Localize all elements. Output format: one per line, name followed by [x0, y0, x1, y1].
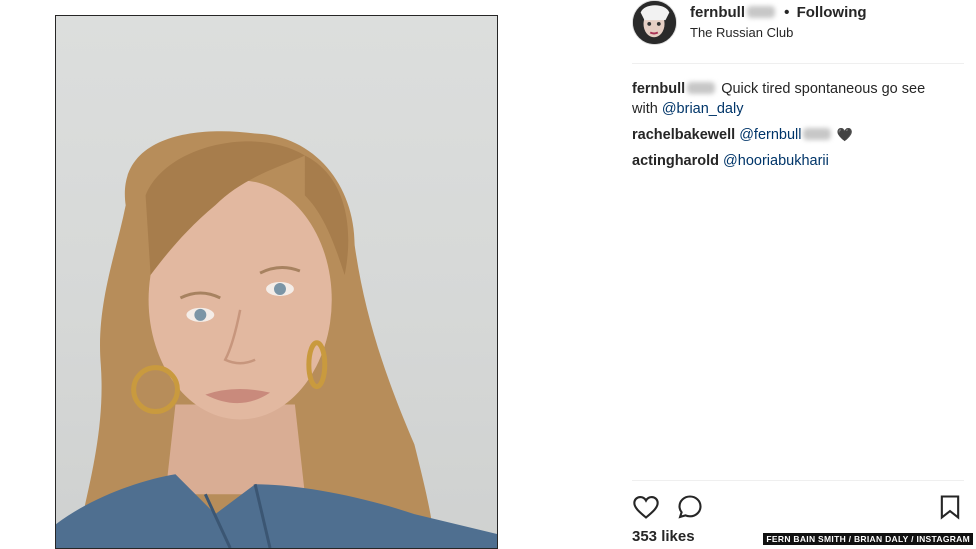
comment-item: rachelbakewell @fernbull 🖤 — [632, 125, 952, 145]
heart-icon[interactable] — [632, 493, 660, 521]
avatar-image — [633, 1, 676, 44]
separator-dot: • — [784, 4, 790, 21]
blurred-text — [803, 128, 832, 140]
username-link[interactable]: fernbull — [690, 4, 745, 21]
post-photo[interactable] — [55, 15, 498, 549]
comment-username[interactable]: rachelbakewell — [632, 127, 735, 143]
blurred-text — [687, 82, 716, 94]
bookmark-icon[interactable] — [936, 493, 964, 521]
comment-username[interactable]: actingharold — [632, 153, 719, 169]
mention-link[interactable]: @hooriabukharii — [723, 153, 829, 169]
comment-icon[interactable] — [676, 493, 704, 521]
portrait-photo — [56, 131, 497, 548]
black-heart-emoji: 🖤 — [836, 127, 853, 142]
mention-link[interactable]: @fernbull — [739, 127, 801, 143]
likes-count[interactable]: 353 likes — [632, 528, 695, 545]
blurred-text — [747, 6, 775, 18]
following-button[interactable]: Following — [797, 4, 867, 21]
comment-item: actingharold @hooriabukharii — [632, 151, 952, 171]
action-bar — [632, 480, 964, 530]
post-side-panel: fernbull • Following The Russian Club fe… — [617, 0, 964, 549]
post-header: fernbull • Following The Russian Club — [632, 0, 964, 64]
comment-username[interactable]: fernbull — [632, 81, 685, 97]
username-line: fernbull • Following — [690, 4, 867, 21]
image-credit: FERN BAIN SMITH / BRIAN DALY / INSTAGRAM — [763, 533, 973, 545]
comments-list: fernbull Quick tired spontaneous go see … — [632, 79, 952, 177]
location-link[interactable]: The Russian Club — [690, 25, 793, 40]
comment-item: fernbull Quick tired spontaneous go see … — [632, 79, 952, 119]
avatar[interactable] — [632, 0, 677, 45]
mention-link[interactable]: @brian_daly — [662, 101, 744, 117]
